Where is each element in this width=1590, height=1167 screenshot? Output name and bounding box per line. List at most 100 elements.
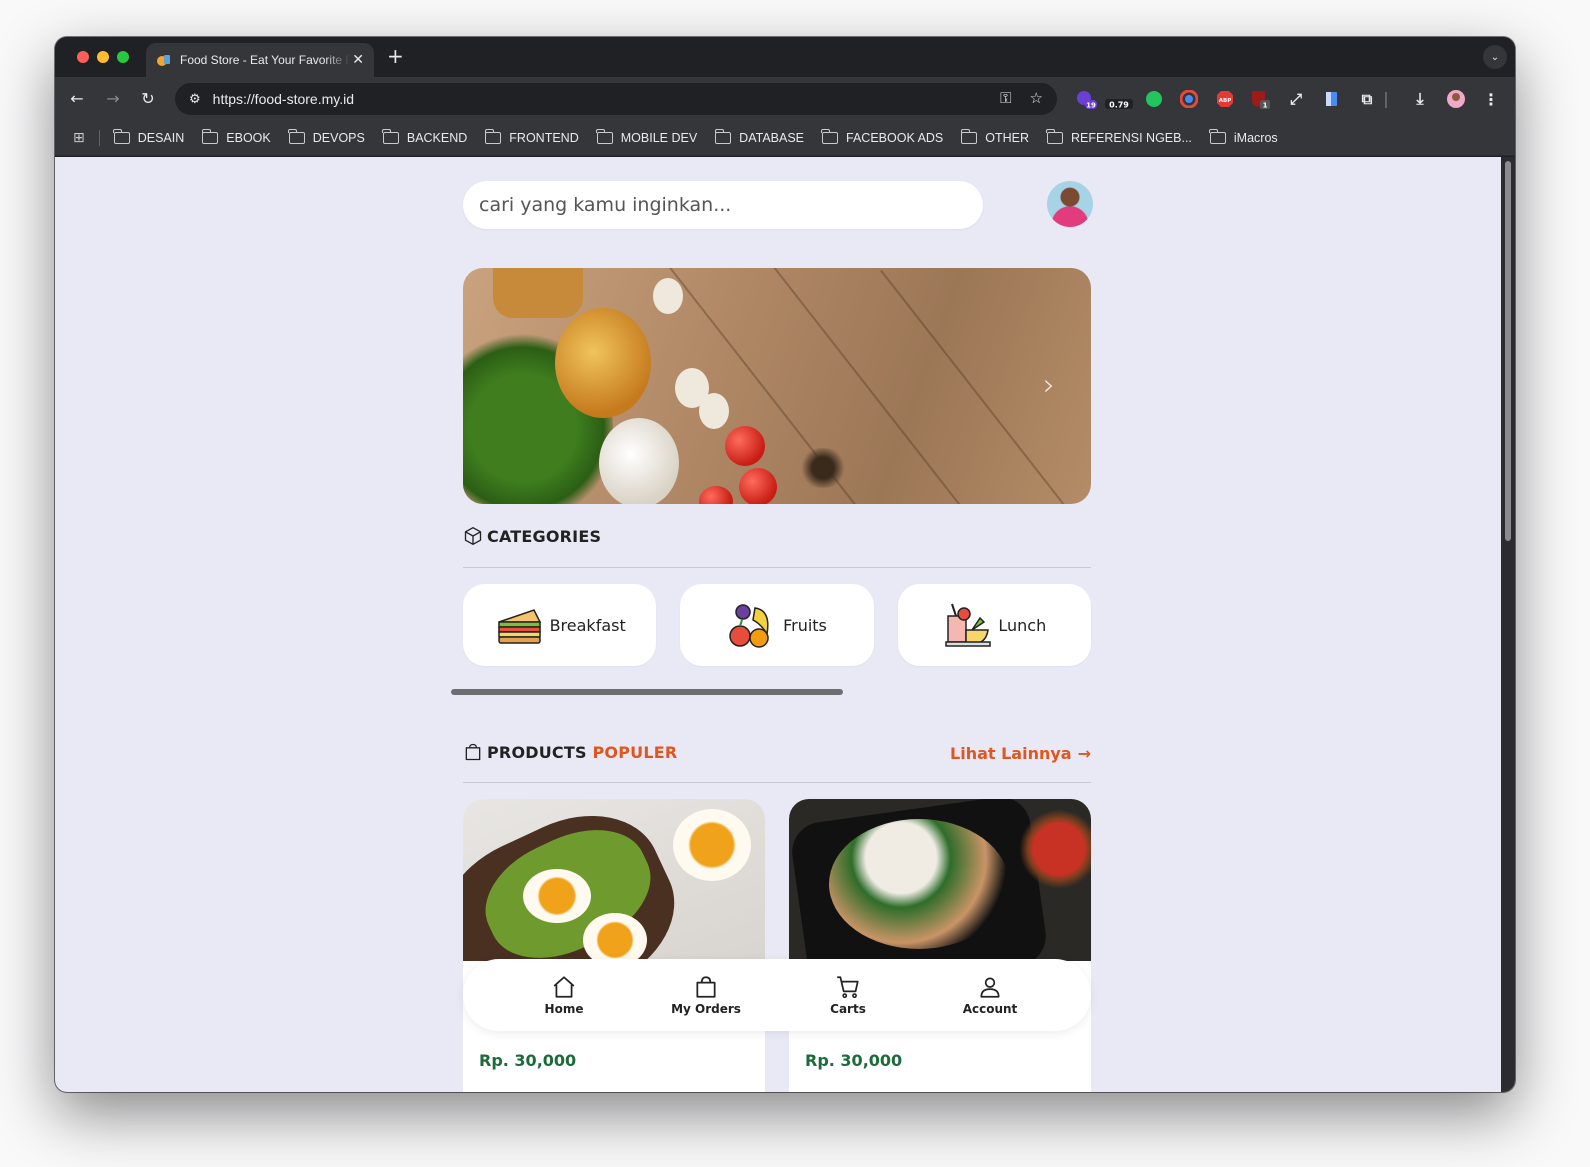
address-bar[interactable]: ⚙ https://food-store.my.id ⚿ ☆ xyxy=(175,83,1057,115)
apps-grid-icon[interactable]: ⊞ xyxy=(73,130,85,146)
egg-image xyxy=(523,869,591,923)
page-viewport: › CATEGORIES Breakfast xyxy=(55,157,1515,1092)
ublock-extension-icon[interactable]: 1 xyxy=(1249,88,1271,110)
products-divider xyxy=(463,782,1091,783)
password-key-icon[interactable]: ⚿ xyxy=(1000,89,1011,107)
home-icon xyxy=(553,976,575,998)
folder-icon xyxy=(1046,129,1064,144)
fruits-icon xyxy=(729,604,769,648)
categories-list: Breakfast Fruits Lunch xyxy=(463,584,1091,666)
tomato-bowl-image xyxy=(1019,809,1091,889)
document-extension-icon[interactable] xyxy=(1321,88,1343,110)
product-card[interactable]: Rp. 30,000 xyxy=(463,799,765,1092)
site-settings-icon[interactable]: ⚙ xyxy=(189,92,201,107)
bookmark-folder[interactable]: OTHER xyxy=(960,129,1030,145)
close-tab-icon[interactable]: ✕ xyxy=(352,52,364,68)
carousel-next-icon[interactable]: › xyxy=(1043,368,1055,403)
bookmark-folder[interactable]: DESAIN xyxy=(113,129,185,145)
puzzle-extensions-icon[interactable]: ⧉ xyxy=(1356,88,1378,110)
folder-icon xyxy=(1209,129,1226,144)
products-list: Rp. 30,000 Rp. 30,000 xyxy=(463,799,1091,1092)
back-arrow-icon[interactable]: ← xyxy=(67,89,87,109)
salad-image xyxy=(829,819,1009,949)
bookmark-folder[interactable]: REFERENSI NGEB... xyxy=(1046,129,1192,145)
category-fruits[interactable]: Fruits xyxy=(680,584,874,666)
bookmark-label: EBOOK xyxy=(226,131,271,145)
new-tab-button[interactable]: + xyxy=(387,46,404,66)
reload-icon[interactable]: ↻ xyxy=(138,89,158,109)
bookmark-folder[interactable]: DATABASE xyxy=(714,129,805,145)
folder-icon xyxy=(596,129,613,144)
bookmark-folder[interactable]: EBOOK xyxy=(201,129,271,145)
bookmark-folder[interactable]: MOBILE DEV xyxy=(596,129,698,145)
category-breakfast[interactable]: Breakfast xyxy=(463,584,657,666)
browser-tab[interactable]: Food Store - Eat Your Favorite Food ✕ xyxy=(146,43,374,77)
scrollbar-thumb[interactable] xyxy=(1505,161,1511,541)
tab-strip: Food Store - Eat Your Favorite Food ✕ + … xyxy=(55,37,1515,77)
bookmark-folder[interactable]: iMacros xyxy=(1209,129,1278,145)
zoom-extension-value: 0.79 xyxy=(1109,101,1129,110)
expand-arrows-icon[interactable]: ⤢ xyxy=(1285,88,1307,110)
download-icon[interactable]: ⤓ xyxy=(1409,88,1431,110)
bookmarks-bar: ⊞ DESAIN EBOOK DEVOPS BACKEND FRONTEND M… xyxy=(55,121,1515,156)
nav-label: Home xyxy=(544,1002,584,1016)
products-heading: PRODUCTS POPULER xyxy=(463,742,677,762)
category-lunch[interactable]: Lunch xyxy=(897,584,1091,666)
close-window-button[interactable] xyxy=(77,51,89,63)
bookmark-label: OTHER xyxy=(985,131,1030,145)
nav-my-orders[interactable]: My Orders xyxy=(646,974,766,1016)
jar-image xyxy=(493,268,583,318)
category-label: Breakfast xyxy=(549,615,626,635)
bookmark-label: DESAIN xyxy=(137,131,185,145)
profile-avatar-icon[interactable] xyxy=(1445,88,1467,110)
arrow-right-icon: → xyxy=(1077,744,1091,763)
folder-icon xyxy=(113,129,130,144)
shopping-bag-icon xyxy=(696,976,716,998)
garlic-clove-image xyxy=(653,278,683,314)
bookmark-folder[interactable]: FACEBOOK ADS xyxy=(821,129,943,145)
bookmark-label: iMacros xyxy=(1233,131,1278,145)
search-input[interactable] xyxy=(479,194,967,216)
extension-badge-icon[interactable]: 19 xyxy=(1075,88,1097,110)
bookmark-folder[interactable]: DEVOPS xyxy=(288,129,365,145)
garlic-image xyxy=(599,418,679,504)
adblock-extension-icon[interactable]: ABP xyxy=(1214,88,1236,110)
product-card[interactable]: Rp. 30,000 xyxy=(789,799,1091,1092)
search-bar[interactable] xyxy=(463,181,983,229)
wood-grain xyxy=(880,269,1091,504)
hero-banner: › xyxy=(463,268,1091,504)
onion-image xyxy=(555,308,651,418)
minimize-window-button[interactable] xyxy=(97,51,109,63)
nav-label: Account xyxy=(962,1002,1018,1016)
see-more-link[interactable]: Lihat Lainnya → xyxy=(950,744,1091,763)
maximize-window-button[interactable] xyxy=(117,51,129,63)
folder-icon xyxy=(382,129,399,144)
green-dot-extension-icon[interactable] xyxy=(1143,88,1165,110)
lunch-icon xyxy=(945,603,992,647)
folder-icon xyxy=(714,129,732,144)
bookmark-label: DEVOPS xyxy=(312,131,365,145)
browser-menu-icon[interactable]: ⋮ xyxy=(1480,88,1502,110)
nav-carts[interactable]: Carts xyxy=(788,974,908,1016)
products-title: PRODUCTS xyxy=(487,742,587,762)
bookmark-label: BACKEND xyxy=(406,131,468,145)
zoom-extension-icon[interactable]: 0.79 xyxy=(1105,88,1133,110)
nav-label: My Orders xyxy=(671,1002,741,1016)
tab-search-chevron-icon[interactable]: ⌄ xyxy=(1483,45,1507,69)
bookmark-label: MOBILE DEV xyxy=(620,131,698,145)
user-icon xyxy=(980,977,1000,998)
nav-account[interactable]: Account xyxy=(930,974,1050,1016)
bookmark-folder[interactable]: BACKEND xyxy=(382,129,468,145)
categories-scrollbar[interactable] xyxy=(451,689,843,695)
user-avatar[interactable] xyxy=(1047,181,1093,227)
category-label: Lunch xyxy=(998,615,1047,635)
chrome-colors-extension-icon[interactable] xyxy=(1178,88,1200,110)
forward-arrow-icon[interactable]: → xyxy=(103,89,123,109)
ublock-badge-count: 1 xyxy=(1263,102,1268,110)
page-scrollbar[interactable] xyxy=(1501,157,1515,1092)
bookmark-label: DATABASE xyxy=(739,131,805,145)
nav-home[interactable]: Home xyxy=(504,974,624,1016)
bookmark-folder[interactable]: FRONTEND xyxy=(484,129,579,145)
egg-image xyxy=(673,809,751,881)
bookmark-star-icon[interactable]: ☆ xyxy=(1030,89,1043,107)
